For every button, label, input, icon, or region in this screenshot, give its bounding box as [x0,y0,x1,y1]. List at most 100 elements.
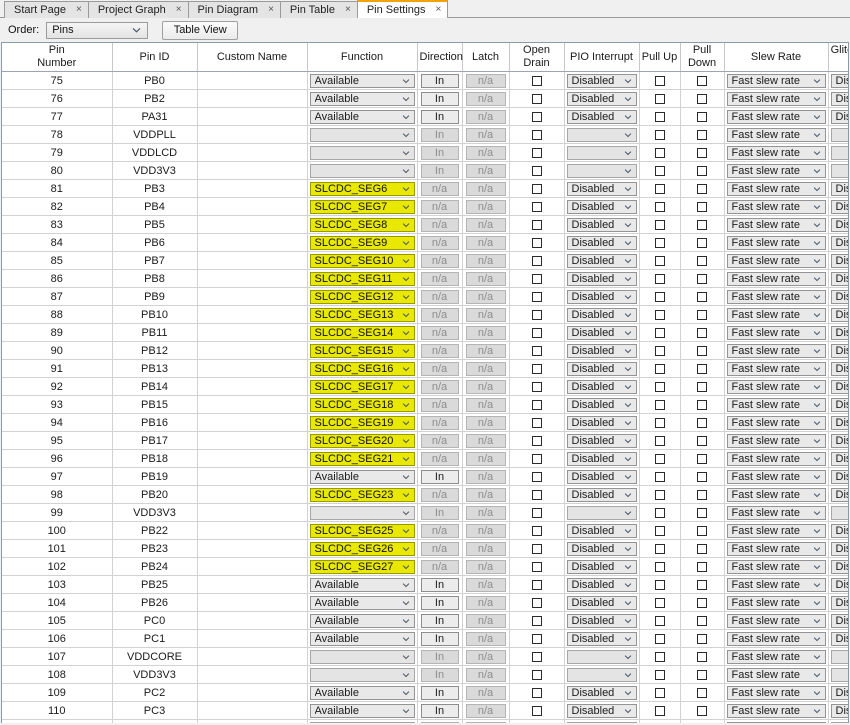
open-drain-checkbox[interactable] [510,594,564,611]
glitch-filter-dropdown[interactable]: Disabled [830,595,848,610]
slew-rate-cell[interactable]: Fast slew rate [724,89,829,108]
pio-interrupt-cell[interactable]: Disabled [564,611,640,630]
custom-name-cell[interactable] [197,179,308,198]
glitch-filter-dropdown[interactable]: Disabled [830,181,848,196]
slew-rate-dropdown[interactable]: Fast slew rate [726,145,826,160]
column-header-custom_name[interactable]: Custom Name [197,43,308,72]
pull-up-cell[interactable] [639,539,681,558]
glitch-filter-cell[interactable]: Disabled [828,377,848,396]
pull-down-checkbox[interactable] [681,216,724,233]
pull-down-cell[interactable] [680,359,725,378]
pull-up-cell[interactable] [639,107,681,126]
pull-up-checkbox[interactable] [640,72,680,89]
pio-interrupt-dropdown[interactable]: Disabled [566,415,637,430]
glitch-filter-cell[interactable] [828,143,848,162]
glitch-filter-cell[interactable]: Disabled [828,683,848,702]
glitch-filter-cell[interactable]: Disabled [828,521,848,540]
function-dropdown[interactable]: SLCDC_SEG17 [309,379,415,394]
slew-rate-cell[interactable]: Fast slew rate [724,485,829,504]
open-drain-checkbox[interactable] [510,450,564,467]
pull-up-cell[interactable] [639,287,681,306]
glitch-filter-dropdown[interactable]: Disabled [830,73,848,88]
slew-rate-cell[interactable]: Fast slew rate [724,143,829,162]
pull-down-cell[interactable] [680,557,725,576]
pio-interrupt-cell[interactable] [564,665,640,684]
pull-down-checkbox[interactable] [681,144,724,161]
function-dropdown[interactable]: Available [309,613,415,628]
slew-rate-dropdown[interactable]: Fast slew rate [726,577,826,592]
pull-up-checkbox[interactable] [640,720,680,723]
open-drain-cell[interactable] [509,179,565,198]
glitch-filter-dropdown[interactable] [830,145,848,160]
glitch-filter-cell[interactable]: Disabled [828,287,848,306]
table-row[interactable]: 88 PB10 SLCDC_SEG13 n/a n/a Disabled Fast slew… [2,305,848,324]
slew-rate-cell[interactable]: Fast slew rate [724,539,829,558]
table-row[interactable]: 99 VDD3V3 In n/a Fast slew rate [2,503,848,522]
pull-down-cell[interactable] [680,197,725,216]
slew-rate-dropdown[interactable]: Fast slew rate [726,523,826,538]
table-row[interactable]: 89 PB11 SLCDC_SEG14 n/a n/a Disabled Fast slew… [2,323,848,342]
order-dropdown[interactable]: Pins [46,21,149,39]
glitch-filter-cell[interactable]: Disabled [828,575,848,594]
pio-interrupt-dropdown[interactable]: Disabled [566,91,637,106]
table-row[interactable]: 95 PB17 SLCDC_SEG20 n/a n/a Disabled Fast slew… [2,431,848,450]
table-row[interactable]: 84 PB6 SLCDC_SEG9 n/a n/a Disabled Fast slew r… [2,233,848,252]
open-drain-cell[interactable] [509,503,565,522]
pull-up-checkbox[interactable] [640,594,680,611]
pio-interrupt-cell[interactable]: Disabled [564,593,640,612]
table-row[interactable]: 92 PB14 SLCDC_SEG17 n/a n/a Disabled Fast slew… [2,377,848,396]
custom-name-cell[interactable] [197,251,308,270]
close-icon[interactable]: × [345,5,351,15]
glitch-filter-cell[interactable] [828,647,848,666]
function-dropdown[interactable] [309,649,415,664]
pull-down-cell[interactable] [680,323,725,342]
custom-name-cell[interactable] [197,107,308,126]
glitch-filter-cell[interactable]: Disabled [828,305,848,324]
open-drain-checkbox[interactable] [510,162,564,179]
pio-interrupt-cell[interactable]: Disabled [564,215,640,234]
slew-rate-dropdown[interactable]: Fast slew rate [726,433,826,448]
slew-rate-cell[interactable]: Fast slew rate [724,359,829,378]
open-drain-cell[interactable] [509,413,565,432]
glitch-filter-cell[interactable] [828,125,848,144]
open-drain-cell[interactable] [509,701,565,720]
custom-name-cell[interactable] [197,719,308,723]
open-drain-checkbox[interactable] [510,648,564,665]
pull-down-cell[interactable] [680,629,725,648]
open-drain-checkbox[interactable] [510,72,564,89]
glitch-filter-dropdown[interactable]: Disabled [830,343,848,358]
table-row[interactable]: 108 VDD3V3 In n/a Fast slew rate [2,665,848,684]
pull-up-checkbox[interactable] [640,396,680,413]
function-cell[interactable]: Available [307,611,418,630]
pull-down-cell[interactable] [680,233,725,252]
glitch-filter-cell[interactable]: Disabled [828,413,848,432]
table-row[interactable]: 100 PB22 SLCDC_SEG25 n/a n/a Disabled Fast sle… [2,521,848,540]
open-drain-checkbox[interactable] [510,396,564,413]
glitch-filter-dropdown[interactable]: Disabled [830,559,848,574]
pio-interrupt-dropdown[interactable]: Disabled [566,253,637,268]
pull-down-checkbox[interactable] [681,468,724,485]
pull-up-checkbox[interactable] [640,486,680,503]
glitch-filter-dropdown[interactable]: Disabled [830,451,848,466]
slew-rate-cell[interactable]: Fast slew rate [724,287,829,306]
pull-up-checkbox[interactable] [640,108,680,125]
pull-up-cell[interactable] [639,161,681,180]
custom-name-cell[interactable] [197,485,308,504]
pull-up-cell[interactable] [639,593,681,612]
custom-name-cell[interactable] [197,233,308,252]
function-cell[interactable]: SLCDC_SEG25 [307,521,418,540]
pull-up-checkbox[interactable] [640,180,680,197]
table-row[interactable]: 104 PB26 Available In n/a Disabled Fast slew r… [2,593,848,612]
function-cell[interactable]: SLCDC_SEG27 [307,557,418,576]
table-row[interactable]: 79 VDDLCD In n/a Fast slew rate [2,143,848,162]
slew-rate-cell[interactable]: Fast slew rate [724,251,829,270]
glitch-filter-cell[interactable]: Disabled [828,611,848,630]
pull-down-cell[interactable] [680,521,725,540]
function-cell[interactable]: SLCDC_SEG6 [307,179,418,198]
slew-rate-dropdown[interactable]: Fast slew rate [726,271,826,286]
pull-up-cell[interactable] [639,179,681,198]
glitch-filter-dropdown[interactable]: Disabled [830,235,848,250]
pio-interrupt-cell[interactable]: Disabled [564,557,640,576]
custom-name-cell[interactable] [197,197,308,216]
open-drain-checkbox[interactable] [510,144,564,161]
